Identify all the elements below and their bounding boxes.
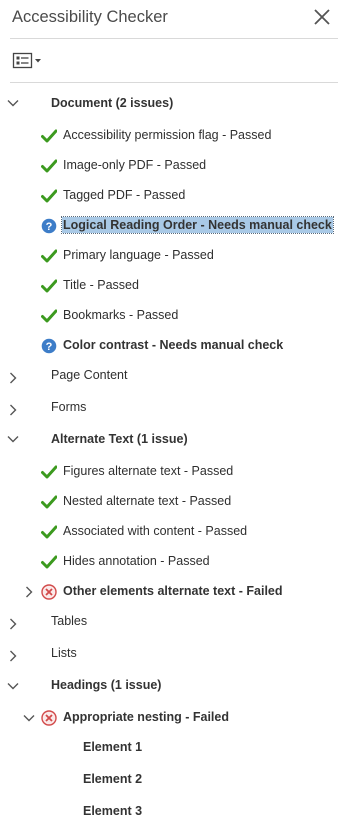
tree-node-lists[interactable]: Lists — [0, 638, 349, 668]
chevron-right-icon[interactable] — [22, 585, 36, 599]
chevron-right-icon[interactable] — [6, 649, 20, 663]
tree-node-label: Lists — [51, 646, 77, 660]
svg-text:?: ? — [46, 341, 53, 353]
panel-title: Accessibility Checker — [12, 8, 168, 26]
tree-item-label: Element 3 — [83, 804, 143, 818]
checkmark-icon — [41, 279, 57, 293]
error-icon — [41, 710, 57, 726]
tree-node-label: Document (2 issues) — [51, 96, 174, 110]
tree-item-title[interactable]: Title - Passed — [0, 270, 349, 300]
tree-item-element-3[interactable]: Element 3 — [0, 796, 349, 826]
toolbar-divider — [10, 82, 338, 83]
chevron-down-icon[interactable] — [22, 711, 36, 725]
tree-item-figures-alternate-text[interactable]: Figures alternate text - Passed — [0, 456, 349, 486]
tree-node-headings[interactable]: Headings (1 issue) — [0, 670, 349, 700]
tree-node-forms[interactable]: Forms — [0, 392, 349, 422]
checkmark-icon — [41, 189, 57, 203]
error-icon — [41, 584, 57, 600]
tree-item-label: Title - Passed — [63, 278, 139, 292]
tree-node-label: Tables — [51, 614, 88, 628]
close-icon[interactable] — [312, 7, 332, 27]
tree-item-associated-with-content[interactable]: Associated with content - Passed — [0, 516, 349, 546]
chevron-right-icon[interactable] — [6, 371, 20, 385]
tree-item-label: Image-only PDF - Passed — [63, 158, 207, 172]
checkmark-icon — [41, 525, 57, 539]
tree-item-label: Associated with content - Passed — [63, 524, 248, 538]
tree-item-label: Color contrast - Needs manual check — [63, 338, 284, 352]
options-menu-icon[interactable] — [12, 51, 44, 71]
tree-item-label: Hides annotation - Passed — [63, 554, 210, 568]
tree-item-image-only-pdf[interactable]: Image-only PDF - Passed — [0, 150, 349, 180]
tree-item-nested-alternate-text[interactable]: Nested alternate text - Passed — [0, 486, 349, 516]
tree-item-label: Other elements alternate text - Failed — [63, 584, 283, 598]
checkmark-icon — [41, 309, 57, 323]
svg-text:?: ? — [46, 221, 53, 233]
tree-item-bookmarks[interactable]: Bookmarks - Passed — [0, 300, 349, 330]
tree-item-primary-language[interactable]: Primary language - Passed — [0, 240, 349, 270]
panel-header: Accessibility Checker — [0, 0, 349, 38]
chevron-down-icon[interactable] — [6, 679, 20, 693]
tree-node-label: Headings (1 issue) — [51, 678, 162, 692]
tree-node-tables[interactable]: Tables — [0, 606, 349, 636]
tree-node-label: Page Content — [51, 368, 128, 382]
checkmark-icon — [41, 249, 57, 263]
tree-item-label: Figures alternate text - Passed — [63, 464, 234, 478]
chevron-down-icon[interactable] — [6, 96, 20, 110]
tree-item-label: Accessibility permission flag - Passed — [63, 128, 272, 142]
checkmark-icon — [41, 465, 57, 479]
chevron-right-icon[interactable] — [6, 403, 20, 417]
tree-item-label: Tagged PDF - Passed — [63, 188, 186, 202]
chevron-right-icon[interactable] — [6, 617, 20, 631]
tree-item-label: Element 2 — [83, 772, 143, 786]
header-divider — [10, 38, 338, 39]
tree-node-alternate-text[interactable]: Alternate Text (1 issue) — [0, 424, 349, 454]
tree-item-color-contrast[interactable]: ? Color contrast - Needs manual check — [0, 330, 349, 360]
tree-node-label: Forms — [51, 400, 87, 414]
tree-item-logical-reading-order[interactable]: ? Logical Reading Order - Needs manual c… — [0, 210, 349, 240]
chevron-down-icon[interactable] — [6, 432, 20, 446]
tree-item-hides-annotation[interactable]: Hides annotation - Passed — [0, 546, 349, 576]
question-icon: ? — [41, 338, 57, 354]
tree-item-label: Appropriate nesting - Failed — [63, 710, 229, 724]
tree-node-label: Alternate Text (1 issue) — [51, 432, 188, 446]
tree-item-label: Logical Reading Order - Needs manual che… — [61, 216, 334, 234]
tree-item-appropriate-nesting[interactable]: Appropriate nesting - Failed — [0, 702, 349, 732]
tree-item-label: Primary language - Passed — [63, 248, 214, 262]
checkmark-icon — [41, 495, 57, 509]
tree-item-other-elements-alternate-text[interactable]: Other elements alternate text - Failed — [0, 576, 349, 606]
tree-node-document[interactable]: Document (2 issues) — [0, 88, 349, 118]
tree-item-label: Bookmarks - Passed — [63, 308, 179, 322]
checkmark-icon — [41, 159, 57, 173]
checkmark-icon — [41, 129, 57, 143]
tree-item-label: Element 1 — [83, 740, 143, 754]
tree-item-tagged-pdf[interactable]: Tagged PDF - Passed — [0, 180, 349, 210]
tree-item-element-1[interactable]: Element 1 — [0, 732, 349, 762]
tree-node-page-content[interactable]: Page Content — [0, 360, 349, 390]
question-icon: ? — [41, 218, 57, 234]
tree-item-label: Nested alternate text - Passed — [63, 494, 232, 508]
tree-item-accessibility-permission-flag[interactable]: Accessibility permission flag - Passed — [0, 120, 349, 150]
tree-item-element-2[interactable]: Element 2 — [0, 764, 349, 794]
checkmark-icon — [41, 555, 57, 569]
